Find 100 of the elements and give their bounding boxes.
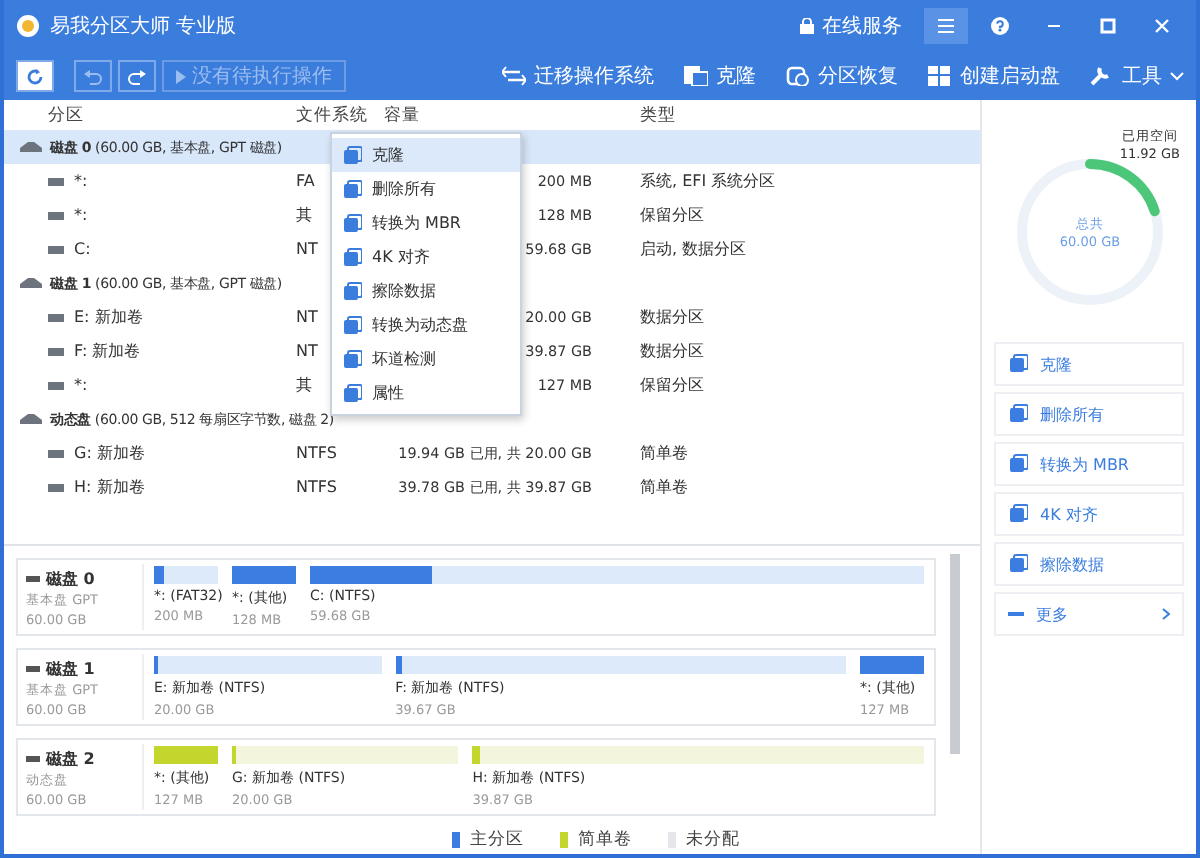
table-cell: NT bbox=[296, 342, 318, 360]
square-icon bbox=[1008, 454, 1028, 474]
close-icon[interactable] bbox=[1150, 16, 1174, 36]
partition-name: G: 新加卷 bbox=[74, 442, 145, 464]
square-icon bbox=[1008, 554, 1028, 574]
minus-icon bbox=[26, 665, 40, 671]
square-icon bbox=[342, 145, 362, 165]
toolbar-button[interactable]: 工具 bbox=[1066, 62, 1184, 90]
refresh-button[interactable] bbox=[16, 60, 54, 92]
menu-item[interactable]: 属性 bbox=[332, 376, 520, 410]
menu-item[interactable]: 删除所有 bbox=[332, 172, 520, 206]
restore-icon bbox=[786, 66, 810, 86]
table-cell: 系统, EFI 系统分区 bbox=[640, 170, 776, 192]
toolbar-button[interactable]: 创建启动盘 bbox=[904, 62, 1060, 90]
drive-icon bbox=[48, 209, 64, 221]
legend-label: 简单卷 bbox=[578, 828, 632, 852]
partition-name: F: 新加卷 bbox=[74, 340, 141, 362]
table-cell: NT bbox=[296, 308, 318, 326]
drive-icon bbox=[48, 175, 64, 187]
app-logo-icon bbox=[16, 14, 40, 38]
column-header: 类型 bbox=[638, 103, 678, 127]
square-icon bbox=[1008, 504, 1028, 524]
toolbar-button[interactable]: 迁移操作系统 bbox=[478, 62, 654, 90]
square-icon bbox=[342, 315, 362, 335]
table-cell: 简单卷 bbox=[640, 442, 688, 464]
partition-name: E: 新加卷 bbox=[74, 306, 143, 328]
column-header: 文件系统 bbox=[296, 103, 370, 127]
minus-icon bbox=[26, 575, 40, 581]
help-icon[interactable] bbox=[988, 16, 1012, 36]
disk-name: 磁盘 1 bbox=[46, 657, 95, 679]
undo-icon bbox=[84, 67, 102, 85]
redo-icon bbox=[128, 67, 146, 85]
table-cell: FA bbox=[296, 172, 315, 190]
square-icon bbox=[342, 281, 362, 301]
online-service-button[interactable]: 在线服务 bbox=[800, 12, 914, 40]
action-button[interactable]: 转换为 MBR bbox=[994, 442, 1184, 486]
redo-button[interactable] bbox=[118, 60, 156, 92]
menu-item[interactable]: 擦除数据 bbox=[332, 274, 520, 308]
table-cell: 保留分区 bbox=[640, 204, 704, 226]
drive-icon bbox=[48, 447, 64, 459]
legend-label: 主分区 bbox=[470, 828, 524, 852]
table-cell: 数据分区 bbox=[640, 306, 704, 328]
drive-icon bbox=[48, 345, 64, 357]
action-button[interactable]: 克隆 bbox=[994, 342, 1184, 386]
disk-name: 磁盘 2 bbox=[46, 747, 95, 769]
table-cell: 其 bbox=[296, 374, 312, 396]
toolbar-button[interactable]: 克隆 bbox=[660, 62, 756, 90]
menu-item[interactable]: 转换为 MBR bbox=[332, 206, 520, 240]
square-icon bbox=[342, 247, 362, 267]
action-button[interactable]: 更多 bbox=[994, 592, 1184, 636]
toolbar-button[interactable]: 分区恢复 bbox=[762, 62, 898, 90]
window-title: 易我分区大师 专业版 bbox=[50, 13, 237, 40]
table-cell: 数据分区 bbox=[640, 340, 704, 362]
square-icon bbox=[342, 349, 362, 369]
partition-name: C: bbox=[74, 240, 91, 258]
scrollbar[interactable] bbox=[950, 554, 960, 754]
grid-icon bbox=[928, 66, 952, 86]
table-cell: NT bbox=[296, 240, 318, 258]
undo-button[interactable] bbox=[74, 60, 112, 92]
action-button[interactable]: 删除所有 bbox=[994, 392, 1184, 436]
action-button[interactable]: 擦除数据 bbox=[994, 542, 1184, 586]
square-icon bbox=[342, 383, 362, 403]
action-button[interactable]: 4K 对齐 bbox=[994, 492, 1184, 536]
chevron-right-icon bbox=[1162, 608, 1170, 620]
square-icon bbox=[342, 213, 362, 233]
copy-icon bbox=[684, 66, 708, 86]
menu-item[interactable]: 坏道检测 bbox=[332, 342, 520, 376]
drive-icon bbox=[48, 243, 64, 255]
table-cell: NTFS bbox=[296, 444, 337, 462]
drive-icon bbox=[48, 379, 64, 391]
column-header: 分区 bbox=[46, 103, 86, 127]
square-icon bbox=[342, 179, 362, 199]
wrench-icon bbox=[1090, 66, 1114, 86]
disk-name: 磁盘 0 bbox=[46, 567, 95, 589]
square-icon bbox=[1008, 404, 1028, 424]
arrows-icon bbox=[502, 66, 526, 86]
menu-item[interactable]: 4K 对齐 bbox=[332, 240, 520, 274]
square-icon bbox=[1008, 354, 1028, 374]
partition-name: *: bbox=[74, 376, 88, 394]
legend-label: 未分配 bbox=[686, 828, 740, 852]
table-cell: 其 bbox=[296, 204, 312, 226]
partition-name: *: bbox=[74, 172, 88, 190]
menu-item[interactable]: 克隆 bbox=[332, 138, 520, 172]
dash-icon bbox=[1008, 611, 1024, 617]
menu-item[interactable]: 转换为动态盘 bbox=[332, 308, 520, 342]
partition-name: *: bbox=[74, 206, 88, 224]
table-cell: 启动, 数据分区 bbox=[640, 238, 747, 260]
minus-icon bbox=[26, 755, 40, 761]
table-cell: 简单卷 bbox=[640, 476, 688, 498]
chevron-down-icon bbox=[1170, 71, 1184, 81]
refresh-icon bbox=[26, 67, 44, 85]
maximize-icon[interactable] bbox=[1096, 16, 1120, 36]
table-cell: NTFS bbox=[296, 478, 337, 496]
column-header: 容量 bbox=[384, 103, 422, 127]
drive-icon bbox=[48, 311, 64, 323]
play-icon bbox=[176, 69, 186, 83]
table-cell: 保留分区 bbox=[640, 374, 704, 396]
menu-icon[interactable] bbox=[934, 16, 958, 36]
partition-name: H: 新加卷 bbox=[74, 476, 145, 498]
drive-icon bbox=[48, 481, 64, 493]
